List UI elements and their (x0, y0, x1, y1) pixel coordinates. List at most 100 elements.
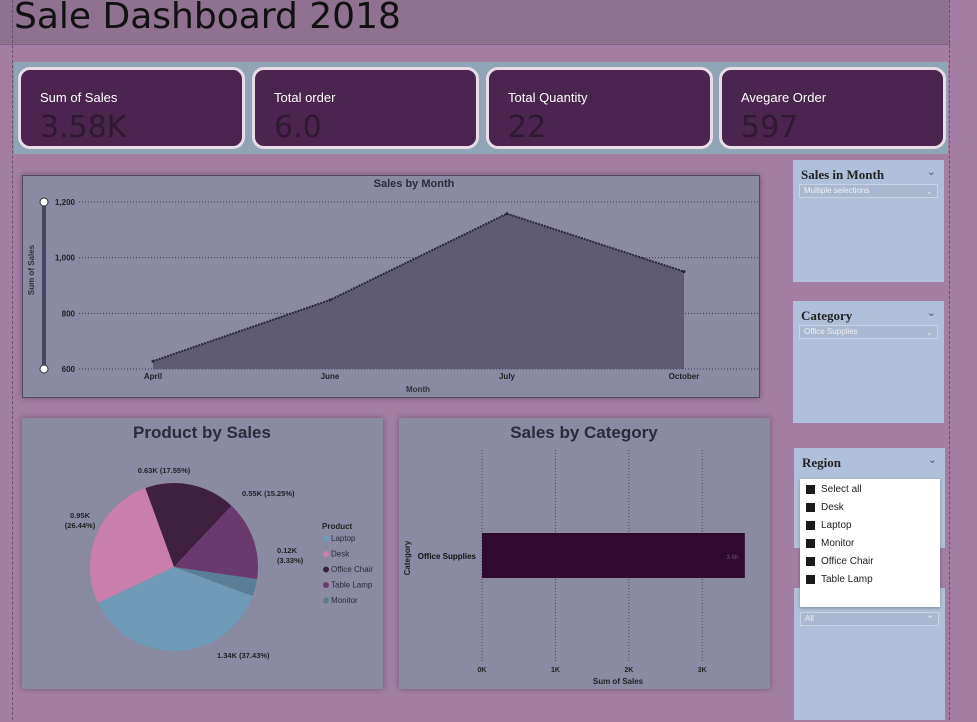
y-axis-label: Sum of Sales (27, 244, 36, 295)
slicer-value: Office Supplies (804, 327, 858, 336)
bar[interactable] (482, 533, 745, 578)
checkbox[interactable] (806, 538, 815, 548)
area-fill (153, 213, 684, 369)
slicer-title: Sales in Month (801, 167, 885, 182)
x-tick-label: July (499, 372, 516, 381)
zoom-slider-handle-bottom[interactable] (39, 364, 49, 374)
y-tick-label: Office Supplies (418, 552, 477, 561)
legend-item[interactable]: Monitor (331, 596, 358, 605)
legend-item[interactable]: Table Lamp (331, 581, 373, 590)
legend-item[interactable]: Desk (331, 550, 350, 559)
kpi-card-sum-of-sales[interactable]: Sum of Sales 3.58K (18, 67, 245, 149)
zoom-slider-handle-top[interactable] (39, 197, 49, 207)
checkbox[interactable] (806, 574, 815, 584)
dropdown-item-label: Select all (821, 483, 862, 495)
kpi-card-total-order[interactable]: Total order 6.0 (252, 67, 479, 149)
kpi-label: Total order (274, 90, 336, 105)
legend-marker (323, 566, 329, 573)
chevron-down-icon: ⌄ (925, 327, 933, 337)
product-by-sales-panel[interactable]: Product by Sales Product 0.63K (17.55%) 0… (22, 418, 383, 689)
legend-marker (323, 582, 329, 588)
legend-marker (323, 597, 329, 604)
x-tick-label: April (144, 372, 162, 381)
kpi-value: 597 (741, 110, 799, 145)
dropdown-item-select-all[interactable]: Select all (806, 480, 862, 498)
slicer-sales-in-month[interactable]: Sales in Month ⌄ Multiple selections ⌄ (793, 160, 944, 282)
region-dropdown-list[interactable]: Select all Desk Laptop Monitor Office Ch… (800, 479, 940, 607)
chart-title: Sales by Month (374, 178, 455, 190)
dropdown-item-laptop[interactable]: Laptop (806, 516, 852, 534)
legend-item[interactable]: Office Chair (331, 565, 373, 574)
data-label-percent: (3.33%) (277, 556, 304, 565)
legend-item[interactable]: Laptop (331, 534, 356, 543)
product-by-sales-chart: Product by Sales Product 0.63K (17.55%) 0… (65, 423, 374, 660)
kpi-label: Total Quantity (508, 90, 588, 105)
x-axis-label: Sum of Sales (593, 677, 644, 686)
page-title: Sale Dashboard 2018 (14, 0, 401, 37)
slicer-dropdown[interactable]: All ⌃ (800, 612, 939, 626)
slicer-region-lower[interactable]: All ⌃ (794, 588, 945, 720)
dropdown-item-monitor[interactable]: Monitor (806, 534, 854, 552)
sales-by-month-chart: Sales by Month Sum of Sales Month 600 800… (27, 178, 758, 394)
y-tick-label: 600 (62, 365, 76, 374)
chart-title: Product by Sales (133, 423, 271, 442)
checkbox[interactable] (806, 556, 815, 566)
sales-by-month-panel[interactable]: Sales by Month Sum of Sales Month 600 800… (22, 175, 760, 398)
slicer-dropdown[interactable]: Office Supplies ⌄ (799, 325, 938, 339)
checkbox[interactable] (806, 520, 815, 530)
chevron-down-icon[interactable]: ⌄ (927, 165, 936, 178)
zoom-slider-track[interactable] (42, 202, 46, 369)
slicer-value: Multiple selections (804, 186, 870, 195)
x-tick-label: 2K (624, 667, 633, 674)
checkbox[interactable] (806, 484, 815, 494)
x-tick-label: 0K (478, 667, 487, 674)
title-bar: Sale Dashboard 2018 (0, 0, 950, 45)
chevron-down-icon[interactable]: ⌄ (928, 453, 937, 466)
data-label: 1.34K (37.43%) (217, 651, 270, 660)
chevron-down-icon: ⌄ (925, 186, 933, 196)
slicer-title: Region (802, 455, 841, 470)
data-label: 0.95K (70, 511, 91, 520)
slicer-value: All (805, 614, 814, 623)
kpi-card-average-order[interactable]: Avegare Order 597 (719, 67, 946, 149)
sales-by-category-panel[interactable]: Sales by Category Category Sum of Sales … (399, 418, 770, 689)
dropdown-item-office-chair[interactable]: Office Chair (806, 552, 874, 570)
kpi-value: 6.0 (274, 110, 322, 145)
data-label-percent: (26.44%) (65, 521, 96, 530)
x-tick-label: 1K (551, 667, 560, 674)
dropdown-item-desk[interactable]: Desk (806, 498, 844, 516)
data-point[interactable] (682, 270, 686, 274)
legend-marker (323, 535, 329, 542)
legend-title: Product (322, 522, 353, 531)
data-label: 0.55K (15.25%) (242, 489, 295, 498)
chevron-down-icon[interactable]: ⌄ (927, 306, 936, 319)
y-tick-label: 800 (62, 309, 76, 318)
data-point[interactable] (151, 359, 155, 363)
slicer-category[interactable]: Category ⌄ Office Supplies ⌄ (793, 301, 944, 423)
x-tick-label: June (321, 372, 340, 381)
y-tick-label: 1,200 (55, 198, 76, 207)
x-tick-label: 3K (698, 667, 707, 674)
dropdown-item-label: Table Lamp (821, 573, 873, 585)
chart-title: Sales by Category (510, 423, 658, 442)
slicer-dropdown[interactable]: Multiple selections ⌄ (799, 184, 938, 198)
data-point[interactable] (505, 212, 509, 216)
legend-marker (323, 551, 329, 557)
slicer-title: Category (801, 308, 853, 323)
data-label: 0.63K (17.55%) (138, 466, 191, 475)
dropdown-item-label: Office Chair (821, 555, 874, 567)
checkbox[interactable] (806, 502, 815, 512)
y-axis-label: Category (403, 540, 412, 575)
y-tick-label: 1,000 (55, 254, 76, 263)
x-axis-label: Month (406, 385, 430, 394)
sales-by-category-chart: Sales by Category Category Sum of Sales … (403, 423, 745, 686)
data-label: 0.12K (277, 546, 298, 555)
dropdown-item-label: Monitor (821, 537, 855, 549)
data-point[interactable] (328, 298, 332, 302)
dropdown-item-table-lamp[interactable]: Table Lamp (806, 570, 873, 588)
kpi-card-total-quantity[interactable]: Total Quantity 22 (486, 67, 713, 149)
dropdown-item-label: Desk (821, 501, 844, 513)
kpi-value: 22 (508, 110, 547, 145)
x-tick-label: October (669, 372, 700, 381)
kpi-value: 3.58K (40, 110, 127, 145)
